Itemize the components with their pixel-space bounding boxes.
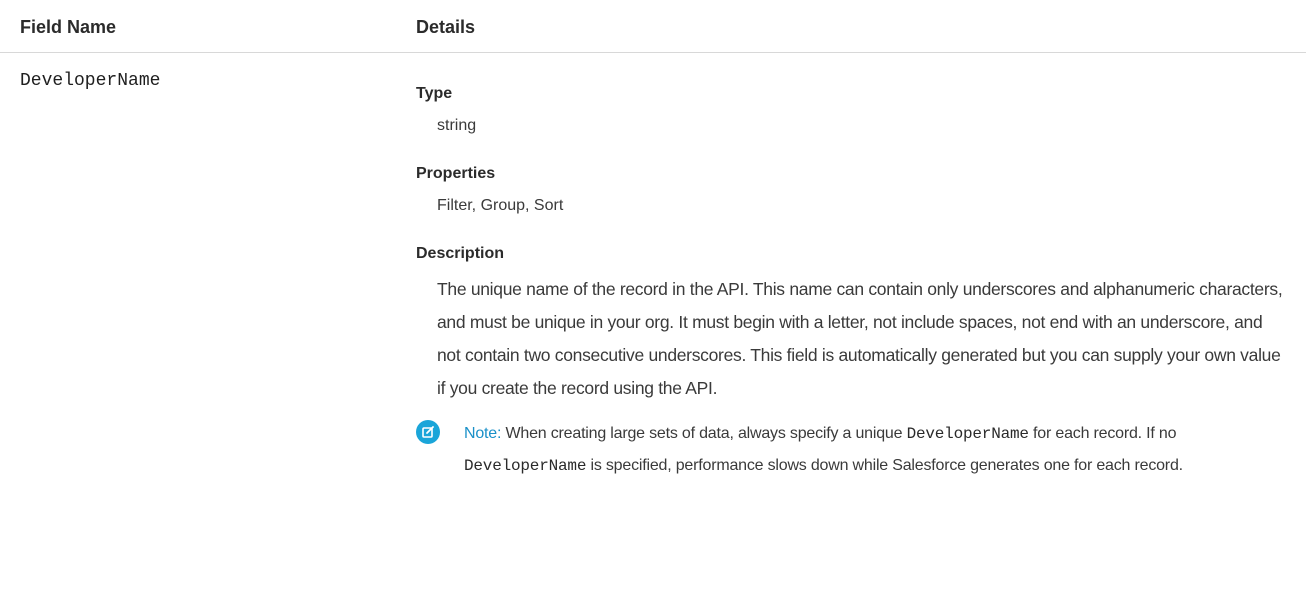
note-code-2: DeveloperName [464,457,587,475]
properties-value: Filter, Group, Sort [437,197,564,214]
type-value: string [437,117,477,134]
note-part-3: is specified, performance slows down whi… [586,457,1183,474]
type-label: Type [416,85,453,102]
note-label: Note: [464,425,502,442]
field-name-header: Field Name [20,17,117,37]
note-part-1: When creating large sets of data, always… [501,425,907,442]
table-header-row: Field Name Details [0,0,1306,53]
properties-label: Properties [416,165,496,182]
field-name-cell: DeveloperName [20,71,161,91]
description-label: Description [416,245,505,262]
note-part-2: for each record. If no [1028,425,1177,442]
details-header: Details [416,17,476,37]
note-code-1: DeveloperName [906,425,1029,443]
field-table: Field Name Details DeveloperName Type st… [0,0,1306,599]
edit-note-icon [416,420,440,444]
description-text: The unique name of the record in the API… [437,279,1283,398]
note-text: Note: When creating large sets of data, … [464,418,1234,482]
